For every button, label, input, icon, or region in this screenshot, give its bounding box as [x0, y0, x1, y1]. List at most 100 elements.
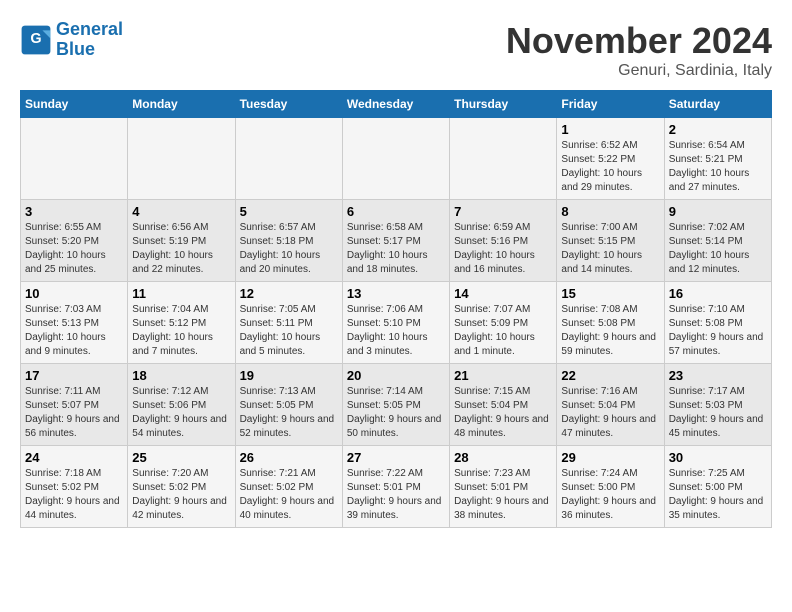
calendar-cell [342, 118, 449, 200]
day-number: 21 [454, 368, 552, 383]
calendar-week-row: 3 Sunrise: 6:55 AM Sunset: 5:20 PM Daylig… [21, 200, 772, 282]
day-info: Sunrise: 7:05 AM Sunset: 5:11 PM Dayligh… [240, 303, 338, 359]
calendar-cell: 2 Sunrise: 6:54 AM Sunset: 5:21 PM Daylig… [664, 118, 771, 200]
day-info: Sunrise: 6:52 AM Sunset: 5:22 PM Dayligh… [561, 139, 659, 195]
title-area: November 2024 Genuri, Sardinia, Italy [506, 20, 772, 80]
location-subtitle: Genuri, Sardinia, Italy [506, 62, 772, 80]
calendar-cell [21, 118, 128, 200]
calendar-cell: 19 Sunrise: 7:13 AM Sunset: 5:05 PM Dayli… [235, 364, 342, 446]
calendar-cell [450, 118, 557, 200]
day-number: 13 [347, 286, 445, 301]
weekday-header: Thursday [450, 91, 557, 118]
calendar-cell: 9Sunrise: 7:02 AM Sunset: 5:14 PM Daylig… [664, 200, 771, 282]
day-number: 28 [454, 450, 552, 465]
day-info: Sunrise: 6:58 AM Sunset: 5:17 PM Dayligh… [347, 221, 445, 277]
calendar-cell: 5 Sunrise: 6:57 AM Sunset: 5:18 PM Daylig… [235, 200, 342, 282]
day-info: Sunrise: 6:55 AM Sunset: 5:20 PM Dayligh… [25, 221, 123, 277]
day-number: 15 [561, 286, 659, 301]
day-number: 23 [669, 368, 767, 383]
day-number: 3 [25, 204, 123, 219]
day-number: 1 [561, 122, 659, 137]
calendar-week-row: 17 Sunrise: 7:11 AM Sunset: 5:07 PM Dayli… [21, 364, 772, 446]
day-number: 6 [347, 204, 445, 219]
day-number: 19 [240, 368, 338, 383]
calendar-cell: 13 Sunrise: 7:06 AM Sunset: 5:10 PM Dayli… [342, 282, 449, 364]
calendar-cell: 1 Sunrise: 6:52 AM Sunset: 5:22 PM Daylig… [557, 118, 664, 200]
day-info: Sunrise: 6:56 AM Sunset: 5:19 PM Dayligh… [132, 221, 230, 277]
logo-text: General Blue [56, 20, 123, 60]
day-info: Sunrise: 7:23 AM Sunset: 5:01 PM Dayligh… [454, 467, 552, 523]
calendar-table: SundayMondayTuesdayWednesdayThursdayFrid… [20, 90, 772, 528]
day-number: 4 [132, 204, 230, 219]
calendar-week-row: 24 Sunrise: 7:18 AM Sunset: 5:02 PM Dayli… [21, 446, 772, 528]
day-number: 29 [561, 450, 659, 465]
calendar-cell: 26 Sunrise: 7:21 AM Sunset: 5:02 PM Dayli… [235, 446, 342, 528]
calendar-week-row: 1 Sunrise: 6:52 AM Sunset: 5:22 PM Daylig… [21, 118, 772, 200]
calendar-cell: 22 Sunrise: 7:16 AM Sunset: 5:04 PM Dayli… [557, 364, 664, 446]
day-info: Sunrise: 7:06 AM Sunset: 5:10 PM Dayligh… [347, 303, 445, 359]
calendar-week-row: 10 Sunrise: 7:03 AM Sunset: 5:13 PM Dayli… [21, 282, 772, 364]
month-title: November 2024 [506, 20, 772, 62]
day-number: 11 [132, 286, 230, 301]
page-header: G General Blue November 2024 Genuri, Sar… [20, 20, 772, 80]
day-info: Sunrise: 7:03 AM Sunset: 5:13 PM Dayligh… [25, 303, 123, 359]
weekday-header: Wednesday [342, 91, 449, 118]
day-number: 14 [454, 286, 552, 301]
logo-icon: G [20, 24, 52, 56]
calendar-cell: 16 Sunrise: 7:10 AM Sunset: 5:08 PM Dayli… [664, 282, 771, 364]
day-info: Sunrise: 6:57 AM Sunset: 5:18 PM Dayligh… [240, 221, 338, 277]
calendar-cell [235, 118, 342, 200]
day-info: Sunrise: 7:21 AM Sunset: 5:02 PM Dayligh… [240, 467, 338, 523]
day-number: 10 [25, 286, 123, 301]
day-info: Sunrise: 7:04 AM Sunset: 5:12 PM Dayligh… [132, 303, 230, 359]
day-number: 7 [454, 204, 552, 219]
day-info: Sunrise: 7:25 AM Sunset: 5:00 PM Dayligh… [669, 467, 767, 523]
day-number: 25 [132, 450, 230, 465]
day-info: Sunrise: 7:07 AM Sunset: 5:09 PM Dayligh… [454, 303, 552, 359]
calendar-cell: 17 Sunrise: 7:11 AM Sunset: 5:07 PM Dayli… [21, 364, 128, 446]
calendar-cell: 21Sunrise: 7:15 AM Sunset: 5:04 PM Dayli… [450, 364, 557, 446]
day-number: 27 [347, 450, 445, 465]
day-info: Sunrise: 7:08 AM Sunset: 5:08 PM Dayligh… [561, 303, 659, 359]
calendar-cell: 28 Sunrise: 7:23 AM Sunset: 5:01 PM Dayli… [450, 446, 557, 528]
day-info: Sunrise: 6:59 AM Sunset: 5:16 PM Dayligh… [454, 221, 552, 277]
calendar-cell: 14 Sunrise: 7:07 AM Sunset: 5:09 PM Dayli… [450, 282, 557, 364]
calendar-cell: 18Sunrise: 7:12 AM Sunset: 5:06 PM Dayli… [128, 364, 235, 446]
day-info: Sunrise: 7:13 AM Sunset: 5:05 PM Dayligh… [240, 385, 338, 441]
calendar-cell: 25 Sunrise: 7:20 AM Sunset: 5:02 PM Dayli… [128, 446, 235, 528]
day-info: Sunrise: 7:11 AM Sunset: 5:07 PM Dayligh… [25, 385, 123, 441]
day-number: 12 [240, 286, 338, 301]
calendar-cell: 8Sunrise: 7:00 AM Sunset: 5:15 PM Daylig… [557, 200, 664, 282]
day-number: 24 [25, 450, 123, 465]
calendar-cell: 10 Sunrise: 7:03 AM Sunset: 5:13 PM Dayli… [21, 282, 128, 364]
day-number: 20 [347, 368, 445, 383]
calendar-cell: 6 Sunrise: 6:58 AM Sunset: 5:17 PM Daylig… [342, 200, 449, 282]
day-info: Sunrise: 7:20 AM Sunset: 5:02 PM Dayligh… [132, 467, 230, 523]
day-number: 30 [669, 450, 767, 465]
day-info: Sunrise: 7:02 AM Sunset: 5:14 PM Dayligh… [669, 221, 767, 277]
day-number: 17 [25, 368, 123, 383]
calendar-cell: 20Sunrise: 7:14 AM Sunset: 5:05 PM Dayli… [342, 364, 449, 446]
day-info: Sunrise: 7:17 AM Sunset: 5:03 PM Dayligh… [669, 385, 767, 441]
day-info: Sunrise: 6:54 AM Sunset: 5:21 PM Dayligh… [669, 139, 767, 195]
day-info: Sunrise: 7:12 AM Sunset: 5:06 PM Dayligh… [132, 385, 230, 441]
day-number: 22 [561, 368, 659, 383]
day-info: Sunrise: 7:00 AM Sunset: 5:15 PM Dayligh… [561, 221, 659, 277]
day-info: Sunrise: 7:18 AM Sunset: 5:02 PM Dayligh… [25, 467, 123, 523]
day-info: Sunrise: 7:16 AM Sunset: 5:04 PM Dayligh… [561, 385, 659, 441]
day-info: Sunrise: 7:10 AM Sunset: 5:08 PM Dayligh… [669, 303, 767, 359]
day-number: 16 [669, 286, 767, 301]
calendar-cell: 30 Sunrise: 7:25 AM Sunset: 5:00 PM Dayli… [664, 446, 771, 528]
calendar-cell: 3 Sunrise: 6:55 AM Sunset: 5:20 PM Daylig… [21, 200, 128, 282]
day-number: 26 [240, 450, 338, 465]
weekday-header: Sunday [21, 91, 128, 118]
svg-text:G: G [30, 31, 41, 47]
calendar-cell: 27Sunrise: 7:22 AM Sunset: 5:01 PM Dayli… [342, 446, 449, 528]
calendar-cell [128, 118, 235, 200]
weekday-header: Monday [128, 91, 235, 118]
calendar-cell: 23 Sunrise: 7:17 AM Sunset: 5:03 PM Dayli… [664, 364, 771, 446]
day-number: 5 [240, 204, 338, 219]
calendar-cell: 15 Sunrise: 7:08 AM Sunset: 5:08 PM Dayli… [557, 282, 664, 364]
day-number: 2 [669, 122, 767, 137]
weekday-header: Friday [557, 91, 664, 118]
